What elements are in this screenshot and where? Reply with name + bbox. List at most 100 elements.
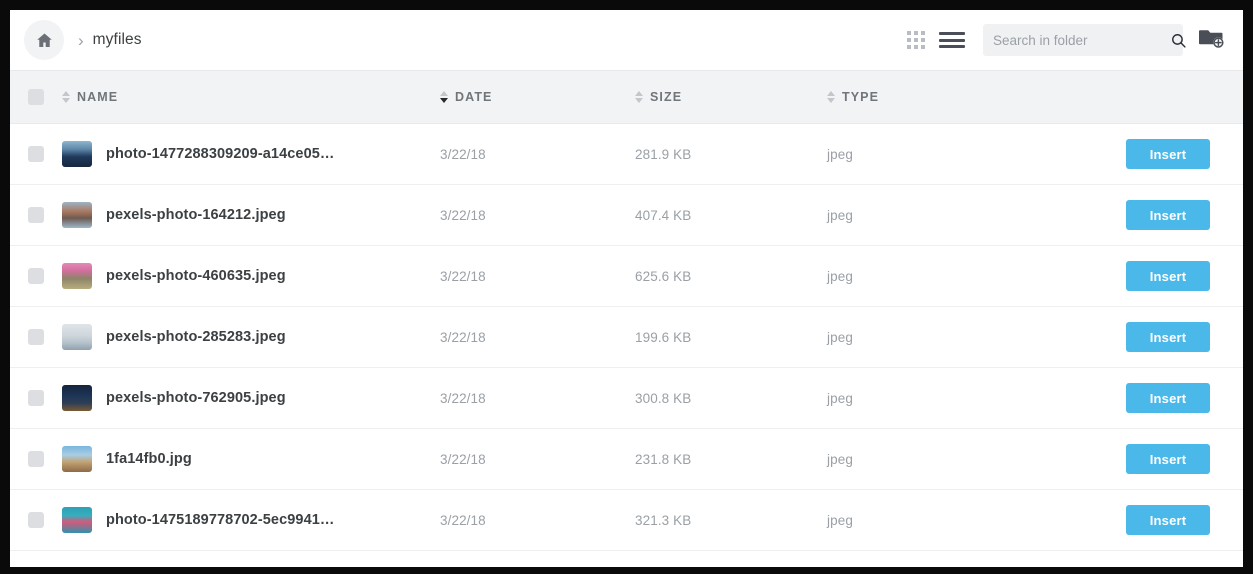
row-action-cell: Insert: [1095, 200, 1243, 230]
file-name-cell[interactable]: pexels-photo-762905.jpeg: [62, 385, 440, 411]
file-type-label: jpeg: [827, 390, 853, 406]
file-list: photo-1477288309209-a14ce05… 3/22/18 281.9…: [10, 124, 1243, 551]
file-size-label: 231.8 KB: [635, 451, 692, 467]
file-size-cell: 625.6 KB: [635, 269, 827, 284]
file-size-cell: 300.8 KB: [635, 391, 827, 406]
table-row[interactable]: pexels-photo-164212.jpeg 3/22/18 407.4 KB j…: [10, 185, 1243, 246]
file-name-cell[interactable]: pexels-photo-285283.jpeg: [62, 324, 440, 350]
grid-view-button[interactable]: [907, 31, 925, 49]
sort-toggle-type[interactable]: [827, 91, 835, 103]
insert-button[interactable]: Insert: [1126, 383, 1210, 413]
row-checkbox[interactable]: [28, 451, 44, 467]
file-type-label: jpeg: [827, 329, 853, 345]
row-select-cell: [10, 207, 62, 223]
file-date-cell: 3/22/18: [440, 330, 635, 345]
file-size-cell: 281.9 KB: [635, 147, 827, 162]
breadcrumb-current-folder[interactable]: myfiles: [93, 31, 142, 49]
table-row[interactable]: photo-1477288309209-a14ce05… 3/22/18 281.9…: [10, 124, 1243, 185]
row-checkbox[interactable]: [28, 329, 44, 345]
file-date-label: 3/22/18: [440, 390, 486, 406]
insert-button[interactable]: Insert: [1126, 200, 1210, 230]
sort-toggle-date[interactable]: [440, 91, 448, 103]
file-type-label: jpeg: [827, 207, 853, 223]
file-size-cell: 321.3 KB: [635, 513, 827, 528]
column-header-size[interactable]: SIZE: [635, 90, 827, 104]
file-name-cell[interactable]: 1fa14fb0.jpg: [62, 446, 440, 472]
breadcrumb-separator: ›: [78, 30, 84, 50]
file-date-cell: 3/22/18: [440, 391, 635, 406]
row-select-cell: [10, 390, 62, 406]
sort-toggle-size[interactable]: [635, 91, 643, 103]
column-header-date[interactable]: DATE: [440, 90, 635, 104]
file-size-cell: 407.4 KB: [635, 208, 827, 223]
file-thumbnail: [62, 263, 92, 289]
file-type-label: jpeg: [827, 451, 853, 467]
search-box[interactable]: [983, 24, 1186, 56]
row-checkbox[interactable]: [28, 146, 44, 162]
toolbar: › myfiles: [10, 10, 1243, 70]
column-header-name[interactable]: NAME: [62, 90, 440, 104]
file-thumbnail: [62, 324, 92, 350]
file-date-label: 3/22/18: [440, 207, 486, 223]
select-all-cell: [10, 89, 62, 105]
column-label-size: SIZE: [650, 90, 683, 104]
row-select-cell: [10, 512, 62, 528]
file-date-cell: 3/22/18: [440, 269, 635, 284]
search-input[interactable]: [993, 32, 1170, 48]
row-checkbox[interactable]: [28, 268, 44, 284]
file-size-cell: 199.6 KB: [635, 330, 827, 345]
search-icon[interactable]: [1170, 32, 1187, 49]
insert-button[interactable]: Insert: [1126, 444, 1210, 474]
file-type-cell: jpeg: [827, 452, 1095, 467]
view-toggle-group: [907, 31, 965, 49]
file-thumbnail: [62, 446, 92, 472]
list-view-icon: [939, 32, 965, 48]
sort-toggle-name[interactable]: [62, 91, 70, 103]
table-row[interactable]: pexels-photo-460635.jpeg 3/22/18 625.6 KB j…: [10, 246, 1243, 307]
column-label-name: NAME: [77, 90, 119, 104]
file-name-label: pexels-photo-285283.jpeg: [106, 329, 286, 345]
file-date-cell: 3/22/18: [440, 513, 635, 528]
row-action-cell: Insert: [1095, 322, 1243, 352]
insert-button[interactable]: Insert: [1126, 505, 1210, 535]
row-action-cell: Insert: [1095, 139, 1243, 169]
list-view-button[interactable]: [939, 32, 965, 48]
file-name-label: pexels-photo-164212.jpeg: [106, 207, 286, 223]
table-row[interactable]: pexels-photo-285283.jpeg 3/22/18 199.6 KB j…: [10, 307, 1243, 368]
folder-add-icon: [1199, 26, 1225, 55]
row-checkbox[interactable]: [28, 390, 44, 406]
insert-button[interactable]: Insert: [1126, 322, 1210, 352]
new-folder-button[interactable]: [1199, 26, 1225, 55]
file-name-cell[interactable]: photo-1475189778702-5ec9941…: [62, 507, 440, 533]
file-thumbnail: [62, 385, 92, 411]
file-date-label: 3/22/18: [440, 451, 486, 467]
file-size-cell: 231.8 KB: [635, 452, 827, 467]
file-date-label: 3/22/18: [440, 268, 486, 284]
file-date-label: 3/22/18: [440, 329, 486, 345]
home-breadcrumb-button[interactable]: [24, 20, 64, 60]
file-size-label: 625.6 KB: [635, 268, 692, 284]
file-type-cell: jpeg: [827, 269, 1095, 284]
column-header-type[interactable]: TYPE: [827, 90, 1095, 104]
file-name-cell[interactable]: pexels-photo-164212.jpeg: [62, 202, 440, 228]
file-type-label: jpeg: [827, 146, 853, 162]
table-row[interactable]: 1fa14fb0.jpg 3/22/18 231.8 KB jpeg Insert: [10, 429, 1243, 490]
row-select-cell: [10, 329, 62, 345]
column-label-type: TYPE: [842, 90, 880, 104]
file-type-cell: jpeg: [827, 391, 1095, 406]
table-row[interactable]: photo-1475189778702-5ec9941… 3/22/18 321.3…: [10, 490, 1243, 551]
file-name-label: pexels-photo-762905.jpeg: [106, 390, 286, 406]
row-checkbox[interactable]: [28, 207, 44, 223]
file-name-label: pexels-photo-460635.jpeg: [106, 268, 286, 284]
insert-button[interactable]: Insert: [1126, 139, 1210, 169]
grid-view-icon: [907, 31, 925, 49]
select-all-checkbox[interactable]: [28, 89, 44, 105]
table-row[interactable]: pexels-photo-762905.jpeg 3/22/18 300.8 KB j…: [10, 368, 1243, 429]
file-type-cell: jpeg: [827, 330, 1095, 345]
insert-button[interactable]: Insert: [1126, 261, 1210, 291]
file-date-cell: 3/22/18: [440, 147, 635, 162]
file-name-cell[interactable]: pexels-photo-460635.jpeg: [62, 263, 440, 289]
window-frame: › myfiles Search in folder NAME DATE SIZ…: [0, 0, 1253, 574]
row-checkbox[interactable]: [28, 512, 44, 528]
file-name-cell[interactable]: photo-1477288309209-a14ce05…: [62, 141, 440, 167]
